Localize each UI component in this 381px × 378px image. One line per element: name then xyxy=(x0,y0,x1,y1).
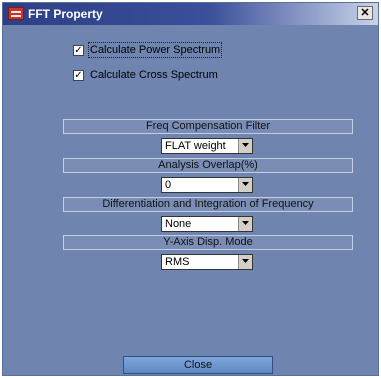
analysis-overlap-header: Analysis Overlap(%) xyxy=(63,158,353,173)
freq-compensation-value: FLAT weight xyxy=(165,140,226,152)
chevron-down-icon[interactable] xyxy=(238,255,252,269)
differentiation-integration-value: None xyxy=(165,218,192,230)
checkmark-icon: ✓ xyxy=(74,44,83,56)
window-title: FFT Property xyxy=(28,7,103,21)
y-axis-disp-mode-select[interactable]: RMS xyxy=(161,254,253,270)
fft-app-icon xyxy=(8,7,24,20)
checkmark-icon: ✓ xyxy=(74,69,83,81)
chevron-down-icon[interactable] xyxy=(238,217,252,231)
fft-property-dialog: FFT Property ✕ ✓ Calculate Power Spectru… xyxy=(2,2,379,376)
cross-spectrum-option[interactable]: ✓ Calculate Cross Spectrum xyxy=(73,69,218,81)
cross-spectrum-checkbox[interactable]: ✓ xyxy=(73,69,84,81)
y-axis-disp-mode-header: Y-Axis Disp. Mode xyxy=(63,235,353,250)
close-window-button[interactable]: ✕ xyxy=(357,6,373,20)
freq-compensation-select[interactable]: FLAT weight xyxy=(161,138,253,154)
chevron-down-icon[interactable] xyxy=(238,139,252,153)
dialog-client-area: ✓ Calculate Power Spectrum ✓ Calculate C… xyxy=(3,25,378,375)
analysis-overlap-value: 0 xyxy=(165,179,172,191)
y-axis-disp-mode-value: RMS xyxy=(165,256,190,268)
chevron-down-icon[interactable] xyxy=(238,178,252,192)
title-bar[interactable]: FFT Property ✕ xyxy=(3,3,378,25)
differentiation-integration-select[interactable]: None xyxy=(161,216,253,232)
power-spectrum-label[interactable]: Calculate Power Spectrum xyxy=(87,42,223,58)
differentiation-integration-header: Differentiation and Integration of Frequ… xyxy=(63,197,353,212)
close-button[interactable]: Close xyxy=(123,356,273,374)
power-spectrum-option[interactable]: ✓ Calculate Power Spectrum xyxy=(73,42,223,58)
analysis-overlap-select[interactable]: 0 xyxy=(161,177,253,193)
cross-spectrum-label[interactable]: Calculate Cross Spectrum xyxy=(90,69,218,81)
power-spectrum-checkbox[interactable]: ✓ xyxy=(73,44,84,56)
freq-compensation-header: Freq Compensation Filter xyxy=(63,119,353,134)
